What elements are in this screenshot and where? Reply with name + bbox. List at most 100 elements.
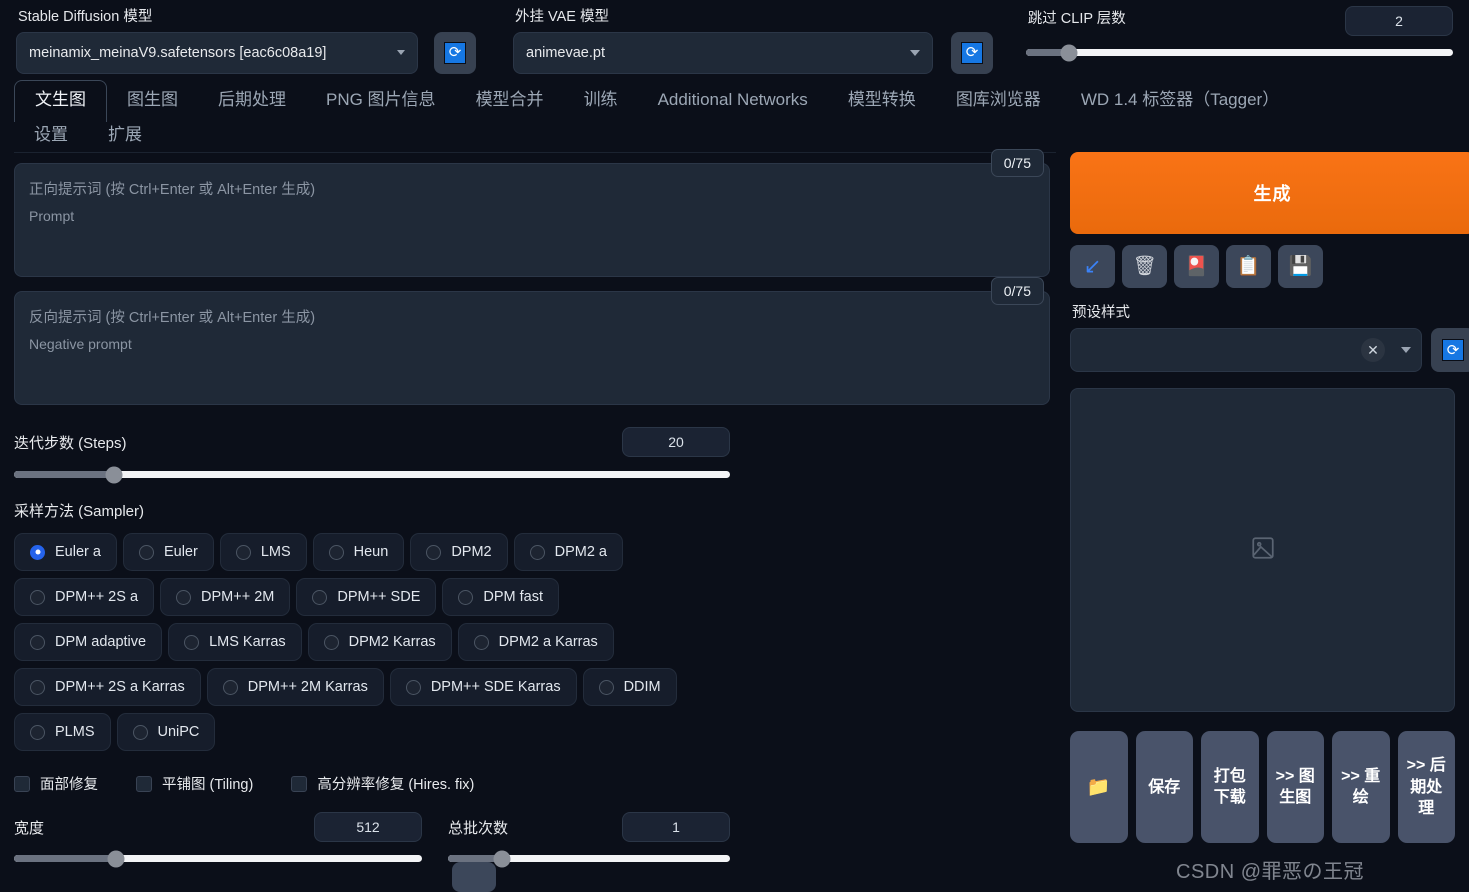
close-icon[interactable]: ✕ xyxy=(1361,338,1385,363)
send-to-inpaint-button[interactable]: >> 重 绘 xyxy=(1332,731,1390,844)
radio-dot-icon xyxy=(235,544,251,560)
positive-prompt-wrap: 0/75 正向提示词 (按 Ctrl+Enter 或 Alt+Enter 生成)… xyxy=(14,149,1050,278)
seed-extra-button[interactable] xyxy=(452,862,496,892)
clip-skip-value[interactable]: 2 xyxy=(1345,6,1453,36)
sd-model-dropdown[interactable]: meinamix_meinaV9.safetensors [eac6c08a19… xyxy=(16,31,418,74)
tiling-checkbox[interactable]: 平铺图 (Tiling) xyxy=(136,773,253,794)
sampler-option-label: LMS Karras xyxy=(209,634,286,651)
restore-faces-checkbox[interactable]: 面部修复 xyxy=(14,773,98,794)
sampler-option-dpm-fast[interactable]: DPM fast xyxy=(442,578,559,617)
sampler-option-unipc[interactable]: UniPC xyxy=(116,713,216,752)
batch-count-slider-knob[interactable] xyxy=(493,850,511,868)
steps-slider-knob[interactable] xyxy=(105,466,123,484)
sampler-option-label: DPM++ SDE xyxy=(337,589,421,606)
refresh-icon: ⟳ xyxy=(1442,339,1464,362)
sampler-option-dpmpp-2s-a[interactable]: DPM++ 2S a xyxy=(14,578,155,617)
apply-style-to-prompt-button[interactable]: ↙ xyxy=(1070,245,1115,289)
width-slider-knob[interactable] xyxy=(107,850,125,868)
sampler-option-label: DPM fast xyxy=(483,589,543,606)
sampler-option-dpmpp-2s-a-karras[interactable]: DPM++ 2S a Karras xyxy=(14,668,201,707)
steps-slider-fill xyxy=(14,471,115,479)
steps-value[interactable]: 20 xyxy=(622,427,730,458)
sampler-option-label: Heun xyxy=(353,544,389,561)
sampler-option-lms-karras[interactable]: LMS Karras xyxy=(168,623,302,662)
sampler-option-dpm-adaptive[interactable]: DPM adaptive xyxy=(14,623,163,662)
sampler-option-dpmpp-sde-karras[interactable]: DPM++ SDE Karras xyxy=(389,668,577,707)
vae-selector-group: 外挂 VAE 模型 animevae.pt ⟳ xyxy=(513,6,1010,74)
sampler-option-dpm2-a-karras[interactable]: DPM2 a Karras xyxy=(457,623,614,662)
send-to-extras-button[interactable]: >> 后 期处 理 xyxy=(1397,731,1455,844)
tab-tagger[interactable]: WD 1.4 标签器（Tagger） xyxy=(1061,81,1299,122)
batch-count-slider[interactable] xyxy=(448,850,730,868)
batch-count-value[interactable]: 1 xyxy=(622,812,730,843)
tab-model-converter[interactable]: 模型转换 xyxy=(828,81,936,122)
width-group: 宽度 512 xyxy=(14,812,422,868)
styles-dropdown[interactable]: ✕ xyxy=(1070,328,1422,373)
sampler-option-dpmpp-sde[interactable]: DPM++ SDE xyxy=(296,578,437,617)
read-generation-params-button[interactable]: 📋 xyxy=(1226,245,1271,289)
tab-png-info[interactable]: PNG 图片信息 xyxy=(306,81,456,122)
sampler-option-lms[interactable]: LMS xyxy=(219,533,307,572)
radio-dot-icon xyxy=(222,679,238,695)
radio-dot-icon xyxy=(473,634,489,650)
clip-skip-slider-knob[interactable] xyxy=(1060,44,1077,61)
show-extra-networks-button[interactable]: 🎴 xyxy=(1174,245,1219,289)
tab-txt2img[interactable]: 文生图 xyxy=(14,80,107,122)
txt2img-workspace: 0/75 正向提示词 (按 Ctrl+Enter 或 Alt+Enter 生成)… xyxy=(0,149,1469,868)
sampler-option-dpm2[interactable]: DPM2 xyxy=(410,533,508,572)
clear-prompt-button[interactable]: 🗑 xyxy=(1122,245,1167,289)
save-style-button[interactable]: 💾 xyxy=(1278,245,1323,289)
sampler-option-label: Euler a xyxy=(55,544,101,561)
sampler-option-dpm2-karras[interactable]: DPM2 Karras xyxy=(307,623,452,662)
radio-dot-icon xyxy=(458,589,474,605)
width-slider[interactable] xyxy=(14,850,422,868)
sampler-option-euler-a[interactable]: Euler a xyxy=(14,533,117,572)
checkbox-icon xyxy=(14,775,30,792)
tab-img2img[interactable]: 图生图 xyxy=(107,81,198,122)
output-image-preview[interactable] xyxy=(1070,388,1455,713)
generate-button[interactable]: 生成 xyxy=(1070,152,1469,235)
tab-checkpoint-merger[interactable]: 模型合并 xyxy=(456,81,564,122)
width-value[interactable]: 512 xyxy=(314,812,422,843)
sampler-row: DPM++ 2S a Karras DPM++ 2M Karras DPM++ … xyxy=(14,668,730,707)
sampler-option-heun[interactable]: Heun xyxy=(312,533,405,572)
right-column: 生成 ↙ 🗑 🎴 📋 💾 预设样式 ✕ ⟳ 📁 保存 打包 下载 >> 图 生图… xyxy=(1070,152,1469,844)
sampler-option-dpmpp-2m-karras[interactable]: DPM++ 2M Karras xyxy=(206,668,384,707)
positive-prompt-placeholder-line1: 正向提示词 (按 Ctrl+Enter 或 Alt+Enter 生成) xyxy=(29,182,316,199)
send-to-img2img-button[interactable]: >> 图 生图 xyxy=(1266,731,1324,844)
positive-prompt-input[interactable]: 正向提示词 (按 Ctrl+Enter 或 Alt+Enter 生成) Prom… xyxy=(14,163,1050,278)
sampler-option-dpmpp-2m[interactable]: DPM++ 2M xyxy=(160,578,291,617)
refresh-models-button[interactable]: ⟳ xyxy=(434,31,476,74)
open-folder-button[interactable]: 📁 xyxy=(1070,731,1128,844)
tab-additional-networks[interactable]: Additional Networks xyxy=(638,81,828,122)
negative-prompt-input[interactable]: 反向提示词 (按 Ctrl+Enter 或 Alt+Enter 生成) Nega… xyxy=(14,291,1050,406)
refresh-styles-button[interactable]: ⟳ xyxy=(1431,328,1469,373)
radio-dot-icon xyxy=(598,679,614,695)
tab-settings[interactable]: 设置 xyxy=(14,122,88,153)
sampler-option-label: DPM++ 2M Karras xyxy=(247,679,368,696)
tab-train[interactable]: 训练 xyxy=(564,81,638,122)
width-slider-fill xyxy=(14,855,116,863)
sd-model-value: meinamix_meinaV9.safetensors [eac6c08a19… xyxy=(29,44,327,61)
zip-download-button[interactable]: 打包 下载 xyxy=(1201,731,1259,844)
chevron-down-icon xyxy=(1401,347,1411,354)
vae-model-value: animevae.pt xyxy=(526,44,605,61)
save-button[interactable]: 保存 xyxy=(1135,731,1193,844)
sampler-option-ddim[interactable]: DDIM xyxy=(582,668,677,707)
tab-image-browser[interactable]: 图库浏览器 xyxy=(936,81,1061,122)
steps-slider[interactable] xyxy=(14,466,730,484)
sampler-option-plms[interactable]: PLMS xyxy=(14,713,111,752)
sampler-option-dpm2-a[interactable]: DPM2 a xyxy=(513,533,623,572)
hires-fix-checkbox[interactable]: 高分辨率修复 (Hires. fix) xyxy=(291,773,474,794)
batch-count-label: 总批次数 xyxy=(448,819,509,837)
radio-dot-icon xyxy=(30,724,45,740)
radio-dot-icon xyxy=(529,544,545,560)
tab-extras[interactable]: 后期处理 xyxy=(198,81,306,122)
vae-model-dropdown[interactable]: animevae.pt xyxy=(513,31,933,74)
refresh-vae-button[interactable]: ⟳ xyxy=(951,31,993,74)
clip-skip-slider[interactable] xyxy=(1025,44,1453,61)
main-tab-bar: 文生图 图生图 后期处理 PNG 图片信息 模型合并 训练 Additional… xyxy=(0,80,1469,122)
tab-extensions[interactable]: 扩展 xyxy=(88,122,162,153)
sampler-option-euler[interactable]: Euler xyxy=(122,533,214,572)
radio-dot-icon xyxy=(323,634,339,650)
